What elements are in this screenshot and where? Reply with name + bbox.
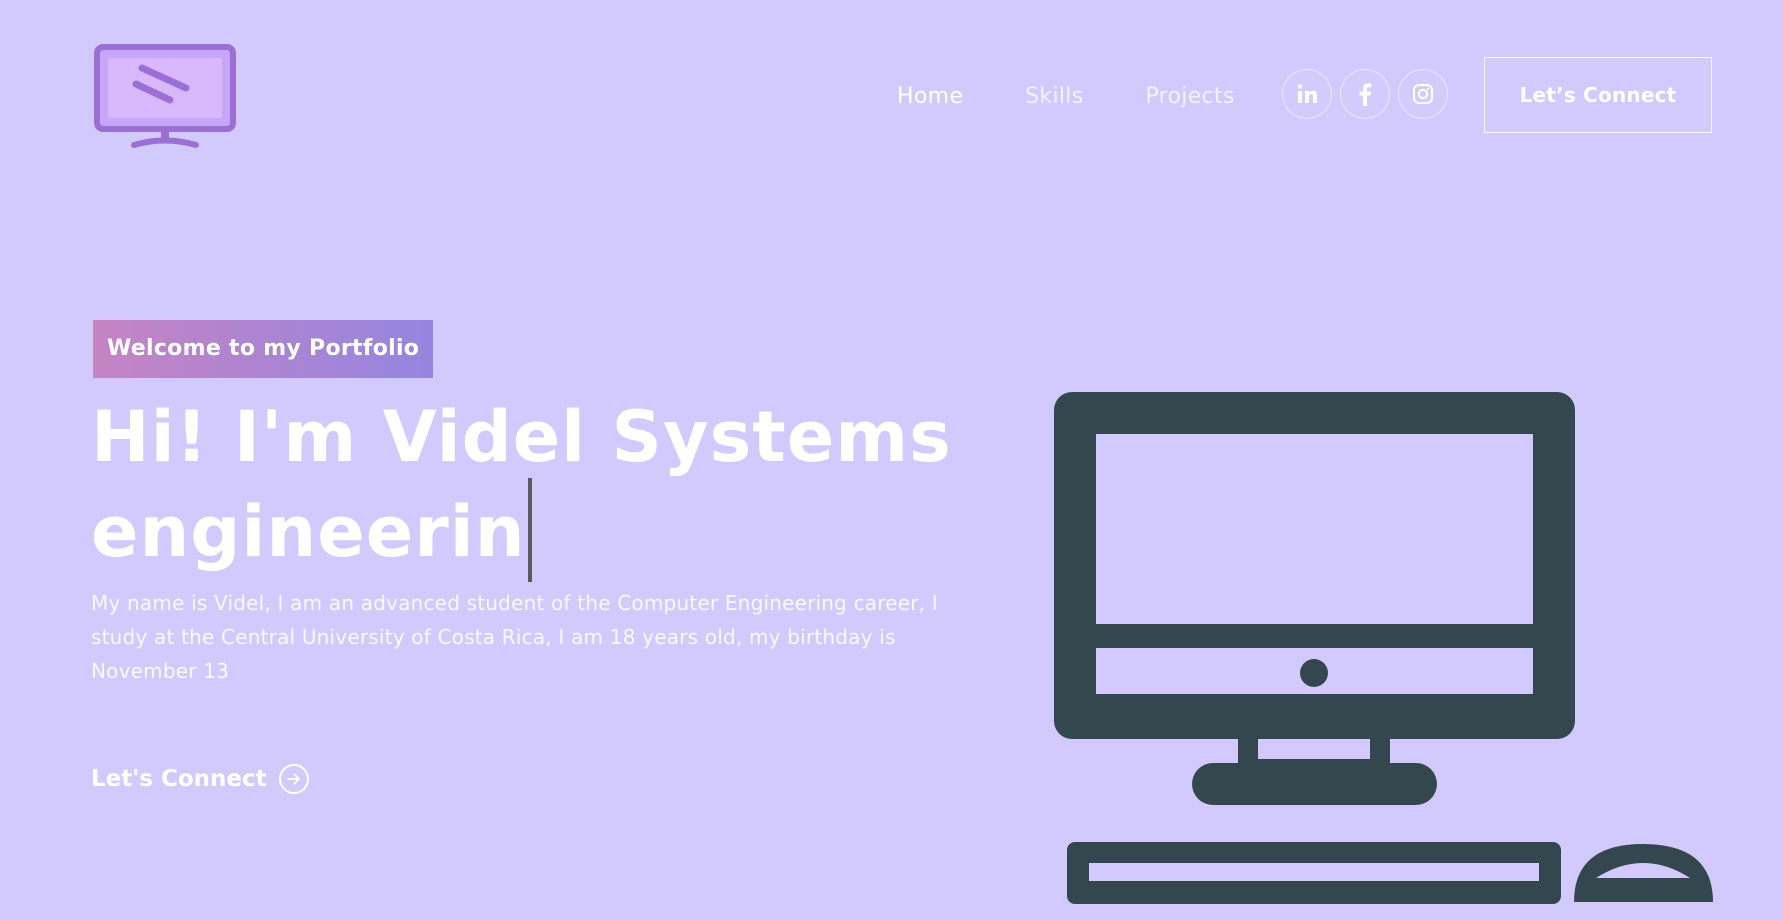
hero-description: My name is Videl, I am an advanced stude…	[91, 591, 938, 683]
nav-link-home[interactable]: Home	[897, 78, 963, 116]
welcome-tagline: Welcome to my Portfolio	[93, 320, 434, 378]
desktop-computer-icon	[1050, 390, 1715, 905]
nav-link-skills[interactable]: Skills	[1025, 78, 1083, 116]
nav-link-projects[interactable]: Projects	[1145, 78, 1234, 116]
facebook-icon[interactable]	[1340, 69, 1390, 119]
main-nav: Home Skills Projects	[897, 78, 1297, 116]
linkedin-icon[interactable]	[1282, 69, 1332, 119]
cta-label: Let's Connect	[91, 766, 267, 792]
lets-connect-button[interactable]: Let’s Connect	[1484, 57, 1712, 133]
lets-connect-link[interactable]: Let's Connect	[91, 764, 309, 794]
monitor-logo-icon[interactable]	[94, 44, 236, 150]
arrow-right-circle-icon	[278, 764, 309, 794]
instagram-icon[interactable]	[1398, 69, 1448, 119]
typing-cursor	[527, 478, 532, 582]
hero-title: Hi! I'm Videl Systems engineerin	[91, 396, 971, 582]
social-icons	[1282, 69, 1448, 119]
hero-title-line-1: Hi! I'm Videl Systems	[91, 396, 952, 478]
hero-title-line-2: engineerin	[91, 491, 526, 573]
portfolio-page: Home Skills Projects Let’s Connect Welco…	[0, 0, 1783, 920]
